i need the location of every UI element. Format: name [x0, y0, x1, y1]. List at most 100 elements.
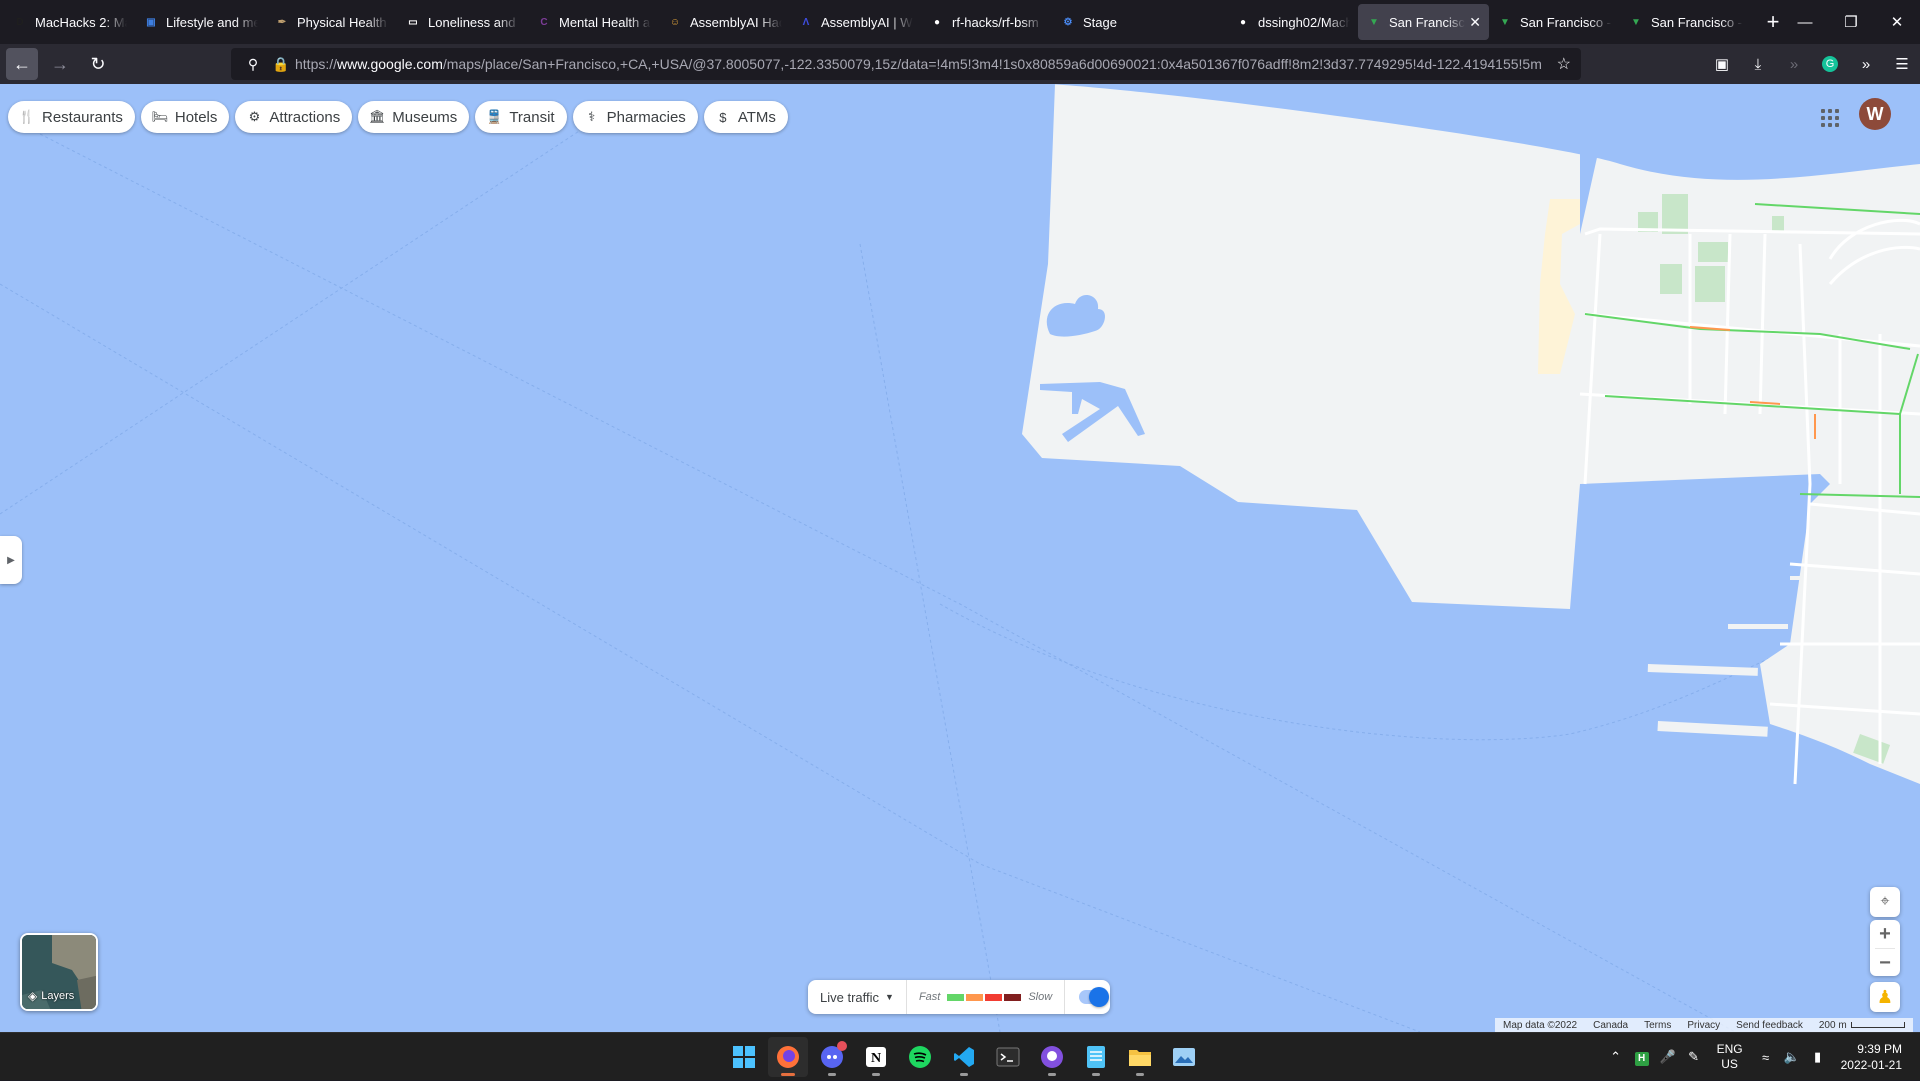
- notion-icon: N: [866, 1047, 886, 1067]
- browser-tab[interactable]: ▼ San Francisco ✕: [1358, 4, 1489, 40]
- live-traffic-label: Live traffic: [820, 989, 880, 1005]
- firefox-taskbar-button[interactable]: [768, 1037, 808, 1077]
- restore-icon[interactable]: ❐: [1828, 0, 1874, 44]
- close-window-icon[interactable]: ✕: [1874, 0, 1920, 44]
- browser-tab-strip: D MacHacks 2: Ma ▣ Lifestyle and me ✒ Physica…: [0, 0, 1920, 44]
- zoom-out-button[interactable]: −: [1870, 949, 1900, 977]
- url-text[interactable]: https://www.google.com/maps/place/San+Fr…: [295, 56, 1555, 72]
- browser-tab[interactable]: ▼ San Francisco - G: [1489, 4, 1620, 40]
- address-bar[interactable]: ⚲ 🔒 https://www.google.com/maps/place/Sa…: [231, 48, 1581, 80]
- layers-label: Layers: [41, 990, 75, 1002]
- expand-side-panel-button[interactable]: ▶: [0, 536, 22, 584]
- my-location-button[interactable]: ⌖: [1870, 887, 1900, 917]
- live-traffic-dropdown[interactable]: Live traffic ▼: [808, 980, 907, 1014]
- browser-tab[interactable]: ✒ Physical Health a: [266, 4, 397, 40]
- lock-icon[interactable]: 🔒: [267, 56, 295, 73]
- browser-tab[interactable]: D MacHacks 2: Ma: [4, 4, 135, 40]
- github-desktop-taskbar-button[interactable]: [1032, 1037, 1072, 1077]
- photos-taskbar-button[interactable]: [1164, 1037, 1204, 1077]
- clock[interactable]: 9:39 PM 2022-01-21: [1841, 1041, 1902, 1073]
- category-chip[interactable]: ⚙ Attractions: [235, 101, 353, 133]
- wifi-icon[interactable]: ≈: [1753, 1050, 1779, 1065]
- camera-icon: ⚙: [248, 109, 261, 124]
- traffic-swatch: [966, 993, 984, 1001]
- browser-tab[interactable]: Λ AssemblyAI | Wa: [790, 4, 921, 40]
- map-canvas[interactable]: 🍴 Restaurants 🛏 Hotels ⚙ Attractions 🏛 Museums 🚆…: [0, 84, 1920, 1032]
- browser-tab[interactable]: ⚙ Stage: [1052, 4, 1183, 40]
- menu-icon[interactable]: ☰: [1884, 48, 1920, 80]
- download-icon[interactable]: ⤓: [1740, 48, 1776, 80]
- avatar[interactable]: W: [1859, 98, 1891, 130]
- category-chip[interactable]: 🛏 Hotels: [140, 101, 230, 133]
- browser-tab[interactable]: ☺ AssemblyAI Hack: [659, 4, 790, 40]
- browser-tab[interactable]: ▼ San Francisco - G: [1620, 4, 1751, 40]
- map-attribution: Map data ©2022 Canada Terms Privacy Send…: [1495, 1018, 1913, 1032]
- browser-tab[interactable]: ▣ Lifestyle and me: [135, 4, 266, 40]
- scale-bar[interactable]: 200 m: [1811, 1020, 1913, 1031]
- terms-link[interactable]: Terms: [1636, 1020, 1679, 1031]
- back-button[interactable]: ←: [6, 48, 38, 80]
- battery-icon[interactable]: ▮: [1805, 1049, 1831, 1065]
- map-data-credit: Map data ©2022: [1503, 1019, 1578, 1031]
- privacy-link[interactable]: Privacy: [1679, 1020, 1728, 1031]
- shield-icon[interactable]: ⚲: [239, 56, 267, 73]
- shipping-lane: [859, 243, 1001, 1032]
- browser-tab[interactable]: C Mental Health ar: [528, 4, 659, 40]
- language-indicator[interactable]: ENG US: [1717, 1042, 1743, 1072]
- start-button[interactable]: [724, 1037, 764, 1077]
- pen-icon[interactable]: ✎: [1681, 1049, 1707, 1065]
- category-chip[interactable]: 🍴 Restaurants: [8, 101, 135, 133]
- train-icon: 🚆: [486, 109, 503, 124]
- reload-button[interactable]: ↻: [82, 48, 114, 80]
- tab-label: dssingh02/Mach: [1258, 14, 1350, 30]
- layers-button[interactable]: ◈ Layers: [20, 933, 98, 1011]
- pocket-icon[interactable]: ▣: [1704, 48, 1740, 80]
- discord-taskbar-button[interactable]: [812, 1037, 852, 1077]
- terminal-taskbar-button[interactable]: [988, 1037, 1028, 1077]
- pegman-icon[interactable]: ♟: [1870, 982, 1900, 1012]
- gear-icon: ⚙: [1063, 16, 1073, 28]
- url-prefix: https://: [295, 56, 338, 72]
- minimize-icon[interactable]: —: [1782, 0, 1828, 44]
- media-icon[interactable]: »: [1776, 48, 1812, 80]
- category-chip[interactable]: $ ATMs: [703, 101, 788, 133]
- map-base-layer: [0, 84, 1920, 1032]
- island-landmass: [1022, 84, 1580, 609]
- bookmark-star-icon[interactable]: ☆: [1557, 54, 1571, 74]
- notepad-icon: [1087, 1046, 1105, 1068]
- traffic-toggle[interactable]: [1079, 987, 1110, 1007]
- notepad-taskbar-button[interactable]: [1076, 1037, 1116, 1077]
- region-link[interactable]: Canada: [1585, 1020, 1636, 1031]
- spotify-taskbar-button[interactable]: [900, 1037, 940, 1077]
- tab-list: D MacHacks 2: Ma ▣ Lifestyle and me ✒ Physica…: [0, 0, 1791, 44]
- tray-app-icon[interactable]: H: [1629, 1049, 1655, 1066]
- traffic-swatch: [985, 993, 1003, 1001]
- chip-label: Hotels: [174, 108, 218, 126]
- doc-icon: ▣: [146, 16, 156, 28]
- category-chip[interactable]: 🏛 Museums: [358, 101, 470, 133]
- browser-tab[interactable]: ● rf-hacks/rf-bsm: [921, 4, 1052, 40]
- pier: [1728, 624, 1788, 629]
- chip-label: ATMs: [737, 108, 776, 126]
- overflow-chevron-icon[interactable]: »: [1848, 48, 1884, 80]
- park: [1662, 194, 1688, 234]
- forward-button[interactable]: →: [44, 48, 76, 80]
- show-hidden-icons-icon[interactable]: ⌃: [1603, 1049, 1629, 1065]
- zoom-in-button[interactable]: +: [1870, 920, 1900, 948]
- browser-tab[interactable]: ● dssingh02/Mach: [1227, 4, 1358, 40]
- google-apps-icon[interactable]: [1818, 106, 1842, 130]
- layers-label-group: ◈ Layers: [28, 989, 74, 1003]
- grammarly-icon[interactable]: G: [1812, 48, 1848, 80]
- vscode-taskbar-button[interactable]: [944, 1037, 984, 1077]
- slow-label: Slow: [1028, 991, 1053, 1003]
- category-chip[interactable]: 🚆 Transit: [475, 101, 567, 133]
- browser-tab[interactable]: ▭ Loneliness and s: [397, 4, 528, 40]
- volume-icon[interactable]: 🔈: [1779, 1049, 1805, 1065]
- notion-taskbar-button[interactable]: N: [856, 1037, 896, 1077]
- file-explorer-taskbar-button[interactable]: [1120, 1037, 1160, 1077]
- category-chip[interactable]: ⚕ Pharmacies: [572, 101, 698, 133]
- microphone-icon[interactable]: 🎤: [1655, 1049, 1681, 1065]
- mainland-landmass: [1580, 104, 1920, 784]
- send-feedback-link[interactable]: Send feedback: [1728, 1020, 1811, 1031]
- close-tab-icon[interactable]: ✕: [1469, 14, 1481, 31]
